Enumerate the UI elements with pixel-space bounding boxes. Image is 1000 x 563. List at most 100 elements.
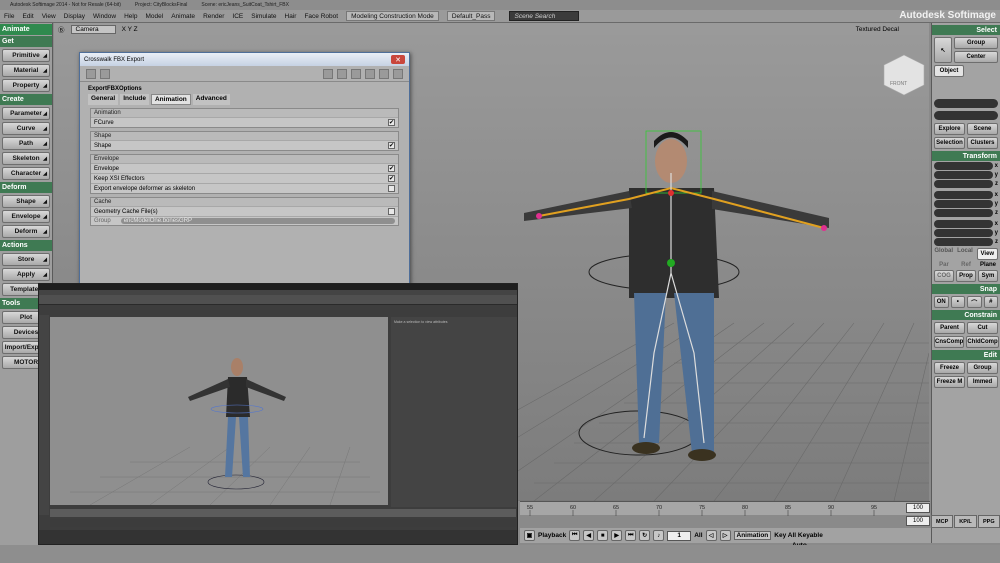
selection-field[interactable] <box>934 99 998 108</box>
group-field[interactable]: ericModelOne.bonesGRP <box>120 218 395 224</box>
scene-button[interactable]: Scene <box>967 123 998 135</box>
menu-view[interactable]: View <box>38 13 60 20</box>
tab-advanced[interactable]: Advanced <box>192 94 230 105</box>
fcurve-checkbox[interactable]: ✔ <box>388 119 395 126</box>
prop-button[interactable]: Prop <box>956 270 976 282</box>
export-deformer-row[interactable]: Export envelope deformer as skeleton <box>91 183 398 193</box>
scene-search-input[interactable]: Scene Search <box>509 11 580 21</box>
envelope-button[interactable]: Envelope ◢ <box>2 210 50 223</box>
path-button[interactable]: Path ◢ <box>2 137 50 150</box>
keep-effectors-row[interactable]: Keep XSI Effectors ✔ <box>91 173 398 183</box>
immed-button[interactable]: Immed <box>967 376 998 388</box>
next-key-icon[interactable]: ⏭ <box>625 530 637 541</box>
parent-button[interactable]: Parent <box>934 322 965 334</box>
menu-face-robot[interactable]: Face Robot <box>300 13 342 20</box>
keep-effectors-checkbox[interactable]: ✔ <box>388 175 395 182</box>
next-frame-icon[interactable]: ▷ <box>719 530 731 541</box>
menu-window[interactable]: Window <box>89 13 120 20</box>
scale-x[interactable]: x <box>934 162 998 170</box>
help-icon[interactable] <box>393 68 403 79</box>
prev-frame-icon[interactable]: ◁ <box>705 530 717 541</box>
freeze-button[interactable]: Freeze <box>934 362 965 374</box>
audio-icon[interactable]: ♪ <box>653 530 665 541</box>
menu-render[interactable]: Render <box>199 13 228 20</box>
childcomp-button[interactable]: ChldComp <box>966 336 999 348</box>
nav-forward-icon[interactable] <box>337 68 347 79</box>
menu-help[interactable]: Help <box>120 13 141 20</box>
scale-y[interactable]: y <box>934 171 998 179</box>
deform-button[interactable]: Deform ◢ <box>2 225 50 238</box>
apply-button[interactable]: Apply ◢ <box>2 268 50 281</box>
curve-button[interactable]: Curve ◢ <box>2 122 50 135</box>
export-deformer-checkbox[interactable] <box>388 185 395 192</box>
global-toggle[interactable]: Global <box>934 248 953 260</box>
menu-simulate[interactable]: Simulate <box>247 13 280 20</box>
plane-toggle[interactable]: Plane <box>978 262 998 268</box>
ref-toggle[interactable]: Ref <box>956 262 976 268</box>
first-frame-icon[interactable]: ⏮ <box>569 530 581 541</box>
selection-field-2[interactable] <box>934 111 998 120</box>
timeline[interactable]: 55 60 65 70 75 80 85 90 95 <box>520 501 930 516</box>
play-icon[interactable]: ▶ <box>611 530 623 541</box>
tab-general[interactable]: General <box>88 94 119 105</box>
refresh-icon[interactable] <box>379 68 389 79</box>
snap-point-icon[interactable]: • <box>950 296 965 308</box>
geometry-cache-row[interactable]: Geometry Cache File(s) <box>91 206 398 216</box>
local-toggle[interactable]: Local <box>955 248 974 260</box>
character-button[interactable]: Character ◢ <box>2 167 50 180</box>
geometry-cache-checkbox[interactable] <box>388 208 395 215</box>
shape-button[interactable]: Shape ◢ <box>2 195 50 208</box>
object-button[interactable]: Object <box>934 65 964 77</box>
key-all-keyable[interactable]: Key All Keyable <box>774 532 823 539</box>
skeleton-button[interactable]: Skeleton ◢ <box>2 152 50 165</box>
maya-viewport[interactable] <box>50 317 388 505</box>
store-button[interactable]: Store ◢ <box>2 253 50 266</box>
playback-options-icon[interactable]: ▣ <box>524 530 535 541</box>
freeze-m-button[interactable]: Freeze M <box>934 376 965 388</box>
property-button[interactable]: Property ◢ <box>2 79 50 92</box>
fcurve-row[interactable]: FCurve ✔ <box>91 117 398 127</box>
maya-range-slider[interactable] <box>50 519 516 527</box>
edit-group-button[interactable]: Group <box>967 362 998 374</box>
material-button[interactable]: Material ◢ <box>2 64 50 77</box>
axis-toggles[interactable]: X Y Z <box>122 26 138 33</box>
translate-y[interactable]: y <box>934 229 998 237</box>
prev-key-icon[interactable]: ◀ <box>583 530 595 541</box>
snap-curve-icon[interactable]: ⌒ <box>967 296 982 308</box>
tab-animation[interactable]: Animation <box>150 94 191 105</box>
tab-include[interactable]: Include <box>120 94 149 105</box>
view-toggle[interactable]: View <box>976 248 998 260</box>
tab-kpl[interactable]: KP/L <box>954 515 977 528</box>
menu-display[interactable]: Display <box>60 13 89 20</box>
camera-dropdown[interactable]: Camera <box>70 24 116 34</box>
rotate-y[interactable]: y <box>934 200 998 208</box>
shape-row[interactable]: Shape ✔ <box>91 140 398 150</box>
group-button[interactable]: Group <box>954 37 998 49</box>
current-frame-field[interactable]: 1 <box>667 530 692 541</box>
pass-dropdown[interactable]: Default_Pass <box>446 11 496 21</box>
clusters-button[interactable]: Clusters <box>967 137 998 149</box>
viewport-letter-icon[interactable]: Ⓑ <box>58 24 65 34</box>
playback-label[interactable]: Playback <box>538 532 566 539</box>
menu-animate[interactable]: Animate <box>167 13 199 20</box>
maya-command-line[interactable] <box>39 530 517 544</box>
shape-checkbox[interactable]: ✔ <box>388 142 395 149</box>
snap-on-button[interactable]: ON <box>934 296 949 308</box>
maya-attribute-editor[interactable]: Make a selection to view attributes <box>391 317 517 507</box>
tab-mcp[interactable]: MCP <box>931 515 954 528</box>
cog-button[interactable]: COG <box>934 270 954 282</box>
maya-shelf[interactable] <box>39 295 517 305</box>
preset-icon[interactable] <box>86 68 96 79</box>
menu-hair[interactable]: Hair <box>281 13 301 20</box>
menu-edit[interactable]: Edit <box>18 13 37 20</box>
maya-timeline[interactable] <box>50 509 516 517</box>
menu-file[interactable]: File <box>0 13 18 20</box>
explore-button[interactable]: Explore <box>934 123 965 135</box>
maya-toolbox[interactable] <box>39 315 49 515</box>
lock-icon[interactable] <box>365 68 375 79</box>
selection-button[interactable]: Selection <box>934 137 965 149</box>
snap-grid-icon[interactable]: # <box>983 296 998 308</box>
primitive-button[interactable]: Primitive ◢ <box>2 49 50 62</box>
mode-selector[interactable]: Animate <box>0 24 52 35</box>
nav-up-icon[interactable] <box>351 68 361 79</box>
